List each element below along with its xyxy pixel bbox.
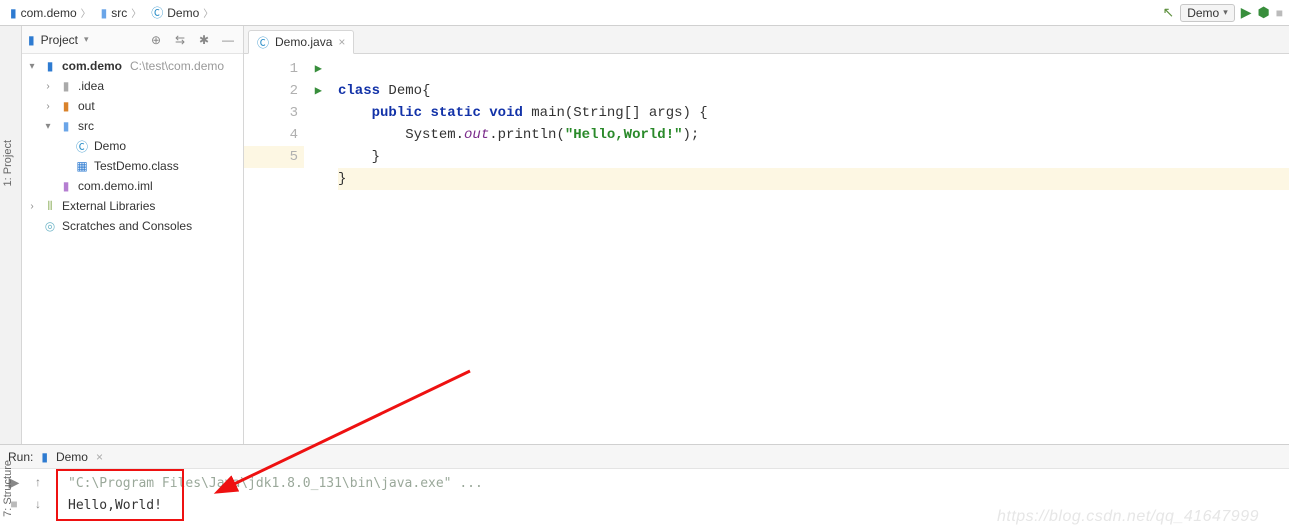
run-toolwindow: Run: ▮ Demo × ▶ ↑ ■ ↓ "C:\Program Files\…	[0, 444, 1289, 532]
tree-node-module[interactable]: ▾ ▮ com.demo C:\test\com.demo	[22, 56, 243, 76]
tree-label: Scratches and Consoles	[62, 219, 192, 233]
left-toolwindow-stripe: 1: Project 7: Structure	[0, 26, 22, 444]
line-number: 3	[290, 102, 298, 124]
module-icon: ▮	[42, 59, 58, 73]
locate-button[interactable]: ⊕	[147, 33, 165, 47]
tree-label: External Libraries	[62, 199, 155, 213]
build-button[interactable]: ↖	[1162, 4, 1174, 21]
run-line-marker-icon[interactable]: ▶	[315, 80, 322, 102]
class-icon: Ⓒ	[257, 34, 269, 51]
scratches-icon: ◎	[42, 219, 58, 233]
breadcrumb: ▮ com.demo 〉 ▮ src 〉 Ⓒ Demo 〉	[6, 2, 1162, 23]
stop-button[interactable]: ■	[1276, 6, 1283, 20]
run-toolwindow-tab-label[interactable]: Demo	[56, 450, 88, 464]
chevron-right-icon[interactable]: ›	[26, 201, 38, 212]
tree-node-idea[interactable]: › ▮ .idea	[22, 76, 243, 96]
module-icon: ▮	[10, 6, 17, 20]
folder-icon: ▮	[58, 79, 74, 93]
folder-icon: ▮	[101, 6, 108, 20]
chevron-down-icon[interactable]: ▾	[42, 121, 54, 132]
console-output[interactable]: "C:\Program Files\Java\jdk1.8.0_131\bin\…	[60, 469, 1289, 532]
run-config-dropdown[interactable]: Demo ▾	[1180, 4, 1235, 22]
project-toolwindow-tab[interactable]: 1: Project	[0, 136, 22, 152]
source-code[interactable]: class Demo{ public static void main(Stri…	[328, 54, 1289, 444]
tree-node-testdemo-class[interactable]: ▦ TestDemo.class	[22, 156, 243, 176]
up-icon[interactable]: ↑	[30, 475, 46, 489]
tree-label: com.demo	[62, 59, 122, 73]
run-config-label: Demo	[1187, 6, 1219, 20]
code-editor[interactable]: 1▶ 2▶ 3 4 5 class Demo{ public static vo…	[244, 54, 1289, 444]
library-icon: ⫴	[42, 199, 58, 214]
breadcrumb-label: Demo	[167, 6, 199, 20]
compiled-class-icon: ▦	[74, 159, 90, 173]
breadcrumb-item-module[interactable]: ▮ com.demo 〉	[6, 3, 95, 22]
run-button[interactable]: ▶	[1241, 4, 1252, 21]
project-view-icon: ▮	[28, 33, 35, 47]
chevron-right-icon: 〉	[203, 5, 213, 20]
down-icon[interactable]: ↓	[30, 497, 46, 511]
line-number: 5	[290, 146, 298, 168]
chevron-right-icon: 〉	[81, 5, 91, 20]
tree-label: Demo	[94, 139, 126, 153]
chevron-down-icon: ▾	[1223, 7, 1228, 18]
tree-node-demo-class[interactable]: Ⓒ Demo	[22, 136, 243, 156]
editor-tab-label: Demo.java	[275, 35, 332, 49]
tree-node-out[interactable]: › ▮ out	[22, 96, 243, 116]
chevron-right-icon[interactable]: ›	[42, 81, 54, 92]
editor-gutter[interactable]: 1▶ 2▶ 3 4 5	[244, 54, 304, 444]
tree-node-scratches[interactable]: ◎ Scratches and Consoles	[22, 216, 243, 236]
tree-label: src	[78, 119, 94, 133]
editor-tab-demo[interactable]: Ⓒ Demo.java ×	[248, 30, 354, 54]
breadcrumb-label: com.demo	[21, 6, 77, 20]
project-tree[interactable]: ▾ ▮ com.demo C:\test\com.demo › ▮ .idea …	[22, 54, 243, 444]
tree-label: TestDemo.class	[94, 159, 179, 173]
tree-node-iml[interactable]: ▮ com.demo.iml	[22, 176, 243, 196]
tree-label: out	[78, 99, 95, 113]
run-config-icon: ▮	[41, 450, 48, 464]
chevron-right-icon[interactable]: ›	[42, 101, 54, 112]
folder-icon: ▮	[58, 99, 74, 113]
console-command-line: "C:\Program Files\Java\jdk1.8.0_131\bin\…	[68, 476, 483, 491]
tree-node-src[interactable]: ▾ ▮ src	[22, 116, 243, 136]
line-number: 2	[290, 80, 298, 102]
tree-hint: C:\test\com.demo	[130, 59, 224, 73]
source-folder-icon: ▮	[58, 119, 74, 133]
close-icon[interactable]: ×	[338, 35, 345, 49]
chevron-right-icon: 〉	[131, 5, 141, 20]
run-line-marker-icon[interactable]: ▶	[315, 58, 322, 80]
breadcrumb-label: src	[111, 6, 127, 20]
expand-all-button[interactable]: ⇆	[171, 33, 189, 47]
chevron-down-icon[interactable]: ▾	[26, 61, 38, 72]
iml-file-icon: ▮	[58, 179, 74, 193]
chevron-down-icon[interactable]: ▾	[84, 34, 89, 45]
settings-gear-icon[interactable]: ✱	[195, 33, 213, 47]
tree-label: com.demo.iml	[78, 179, 153, 193]
breadcrumb-item-class[interactable]: Ⓒ Demo 〉	[147, 2, 217, 23]
project-panel-header: ▮ Project ▾ ⊕ ⇆ ✱ —	[22, 26, 243, 54]
console-output-line: Hello,World!	[68, 498, 162, 513]
debug-button[interactable]: ⬢	[1258, 4, 1270, 21]
structure-toolwindow-tab[interactable]: 7: Structure	[0, 456, 22, 472]
line-number: 1	[290, 58, 298, 80]
editor-tabs: Ⓒ Demo.java ×	[244, 26, 1289, 54]
breadcrumb-item-src[interactable]: ▮ src 〉	[97, 3, 146, 22]
project-panel-title: Project	[41, 33, 78, 47]
line-number: 4	[290, 124, 298, 146]
tree-label: .idea	[78, 79, 104, 93]
hide-panel-button[interactable]: —	[219, 33, 237, 47]
close-icon[interactable]: ×	[96, 450, 103, 464]
class-icon: Ⓒ	[74, 138, 90, 155]
class-icon: Ⓒ	[151, 4, 163, 21]
tree-node-external-libraries[interactable]: › ⫴ External Libraries	[22, 196, 243, 216]
